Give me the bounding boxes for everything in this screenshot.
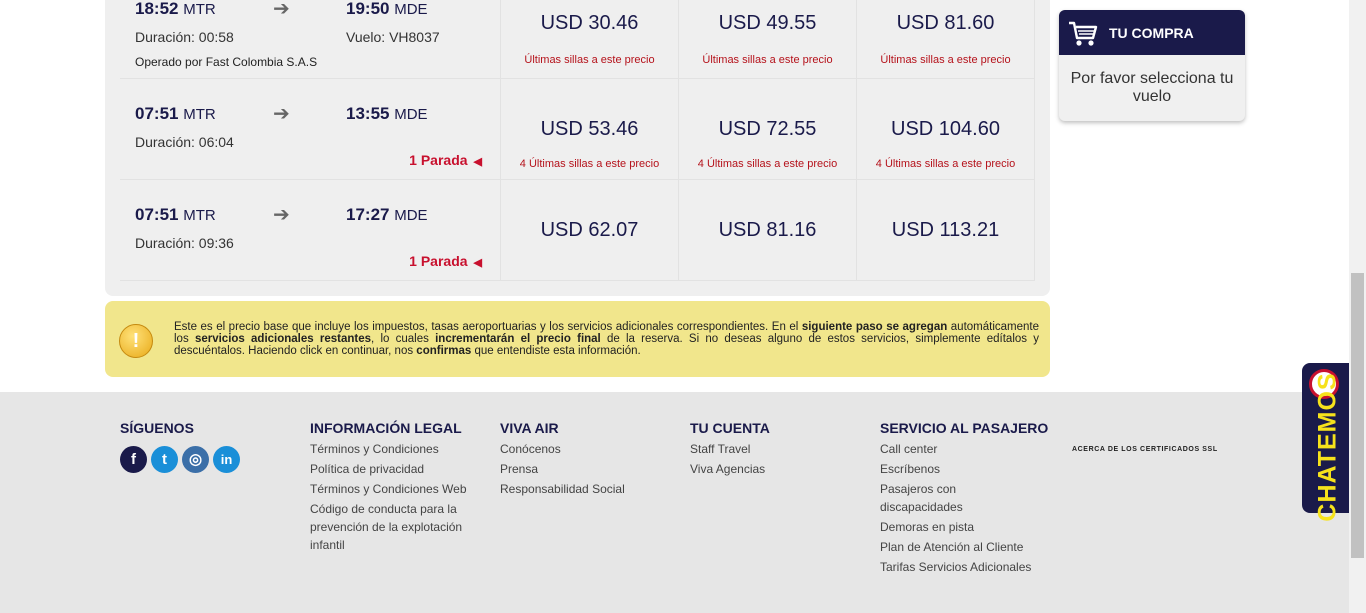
fare-price: USD 62.07	[540, 219, 639, 241]
stops-toggle[interactable]: 1 Parada ◀	[409, 253, 482, 269]
fare-price: USD 72.55	[718, 118, 817, 140]
fare-note: Últimas sillas a este precio	[524, 54, 655, 66]
chat-label: CHATEMOS	[1313, 372, 1342, 522]
footer-account-title: TU CUENTA	[690, 420, 770, 436]
shopping-cart-icon	[1069, 21, 1098, 46]
fare-price: USD 113.21	[891, 219, 1000, 241]
fare-cell[interactable]: USD 81.60 Últimas sillas a este precio	[857, 0, 1035, 78]
fare-cell[interactable]: USD 113.21	[857, 180, 1035, 280]
notice-text: Este es el precio base que incluye los i…	[174, 321, 1040, 358]
footer-link[interactable]: Plan de Atención al Cliente	[880, 538, 1050, 556]
arrival: 13:55 MDE	[346, 104, 428, 123]
footer-link[interactable]: Política de privacidad	[310, 460, 480, 478]
flight-route: 07:51 MTR ➔ 13:55 MDE Duración: 06:04 1 …	[120, 79, 501, 179]
purchase-message: Por favor selecciona tu vuelo	[1070, 70, 1234, 105]
fare-price: USD 53.46	[540, 118, 639, 140]
footer-social-title: SÍGUENOS	[120, 420, 194, 436]
footer-link[interactable]: Prensa	[500, 460, 625, 478]
flight-number: Vuelo: VH8037	[346, 29, 440, 45]
site-footer: SÍGUENOS f t ◎ in INFORMACIÓN LEGAL Térm…	[0, 392, 1349, 613]
flight-row[interactable]: 18:52 MTR ➔ 19:50 MDE Duración: 00:58 Vu…	[120, 0, 1035, 79]
arrow-right-icon: ➔	[273, 204, 290, 226]
footer-link[interactable]: Call center	[880, 440, 1050, 458]
fare-note: Últimas sillas a este precio	[702, 54, 833, 66]
flight-row[interactable]: 07:51 MTR ➔ 13:55 MDE Duración: 06:04 1 …	[120, 79, 1035, 180]
warning-icon: !	[119, 324, 153, 358]
footer-viva-title: VIVA AIR	[500, 420, 559, 436]
arrival: 17:27 MDE	[346, 205, 428, 224]
footer-link[interactable]: Conócenos	[500, 440, 625, 458]
fare-cell[interactable]: USD 104.60 4 Últimas sillas a este preci…	[857, 79, 1035, 179]
duration: Duración: 00:58	[135, 29, 234, 45]
fare-price: USD 104.60	[891, 118, 1000, 140]
fare-note: Últimas sillas a este precio	[880, 54, 1011, 66]
footer-service: SERVICIO AL PASAJERO Call center Escríbe…	[880, 420, 1050, 576]
footer-link[interactable]: Términos y Condiciones Web	[310, 480, 480, 498]
fare-cell[interactable]: USD 72.55 4 Últimas sillas a este precio	[679, 79, 857, 179]
price-notice: ! Este es el precio base que incluye los…	[105, 301, 1050, 377]
footer-account: TU CUENTA Staff Travel Viva Agencias	[690, 420, 770, 478]
fare-price: USD 81.16	[718, 219, 817, 241]
footer-link[interactable]: Pasajeros con discapacidades	[880, 480, 990, 516]
footer-service-title: SERVICIO AL PASAJERO	[880, 420, 1049, 436]
flight-route: 18:52 MTR ➔ 19:50 MDE Duración: 00:58 Vu…	[120, 0, 501, 78]
fare-cell[interactable]: USD 53.46 4 Últimas sillas a este precio	[501, 79, 679, 179]
arrow-right-icon: ➔	[273, 103, 290, 125]
twitter-icon[interactable]: t	[151, 446, 178, 473]
fare-cell[interactable]: USD 81.16	[679, 180, 857, 280]
page-scrollbar[interactable]	[1349, 0, 1366, 613]
footer-social: SÍGUENOS	[120, 420, 194, 440]
fare-cell[interactable]: USD 30.46 Últimas sillas a este precio	[501, 0, 679, 78]
stops-toggle[interactable]: 1 Parada ◀	[409, 152, 482, 168]
purchase-title: TU COMPRA	[1109, 25, 1194, 41]
footer-link[interactable]: Responsabilidad Social	[500, 480, 625, 498]
footer-link[interactable]: Tarifas Servicios Adicionales	[880, 558, 1050, 576]
operated-by: Operado por Fast Colombia S.A.S	[135, 55, 318, 69]
footer-link[interactable]: Términos y Condiciones	[310, 440, 480, 458]
footer-link[interactable]: Viva Agencias	[690, 460, 770, 478]
instagram-icon[interactable]: ◎	[182, 446, 209, 473]
fare-note: 4 Últimas sillas a este precio	[875, 158, 1016, 170]
fare-note: 4 Últimas sillas a este precio	[519, 158, 660, 170]
linkedin-icon[interactable]: in	[213, 446, 240, 473]
departure: 07:51 MTR	[135, 205, 216, 224]
duration: Duración: 06:04	[135, 134, 234, 150]
purchase-header: TU COMPRA	[1059, 10, 1245, 55]
scrollbar-thumb[interactable]	[1351, 273, 1364, 558]
fare-note: 4 Últimas sillas a este precio	[697, 158, 838, 170]
footer-link[interactable]: Código de conducta para la prevención de…	[310, 500, 475, 554]
footer-viva: VIVA AIR Conócenos Prensa Responsabilida…	[500, 420, 625, 498]
fare-price: USD 30.46	[540, 12, 639, 34]
duration: Duración: 09:36	[135, 235, 234, 251]
ssl-certificates-link[interactable]: ACERCA DE LOS CERTIFICADOS SSL	[1072, 446, 1218, 453]
flight-row[interactable]: 07:51 MTR ➔ 17:27 MDE Duración: 09:36 1 …	[120, 180, 1035, 281]
arrow-right-icon: ➔	[273, 0, 290, 20]
facebook-icon[interactable]: f	[120, 446, 147, 473]
footer-link[interactable]: Escríbenos	[880, 460, 1050, 478]
fare-price: USD 49.55	[718, 12, 817, 34]
fare-cell[interactable]: USD 62.07	[501, 180, 679, 280]
chat-button[interactable]: CHATEMOS	[1302, 363, 1349, 522]
departure: 07:51 MTR	[135, 104, 216, 123]
fare-cell[interactable]: USD 49.55 Últimas sillas a este precio	[679, 0, 857, 78]
flight-route: 07:51 MTR ➔ 17:27 MDE Duración: 09:36 1 …	[120, 180, 501, 280]
footer-link[interactable]: Demoras en pista	[880, 518, 1050, 536]
fare-price: USD 81.60	[896, 12, 995, 34]
arrival: 19:50 MDE	[346, 0, 428, 18]
flight-results-panel: 18:52 MTR ➔ 19:50 MDE Duración: 00:58 Vu…	[105, 0, 1050, 296]
triangle-left-icon: ◀	[473, 156, 482, 168]
footer-legal-title: INFORMACIÓN LEGAL	[310, 420, 462, 436]
footer-link[interactable]: Staff Travel	[690, 440, 770, 458]
purchase-summary: TU COMPRA Por favor selecciona tu vuelo	[1059, 10, 1245, 121]
footer-legal: INFORMACIÓN LEGAL Términos y Condiciones…	[310, 420, 480, 554]
departure: 18:52 MTR	[135, 0, 216, 18]
triangle-left-icon: ◀	[473, 257, 482, 269]
